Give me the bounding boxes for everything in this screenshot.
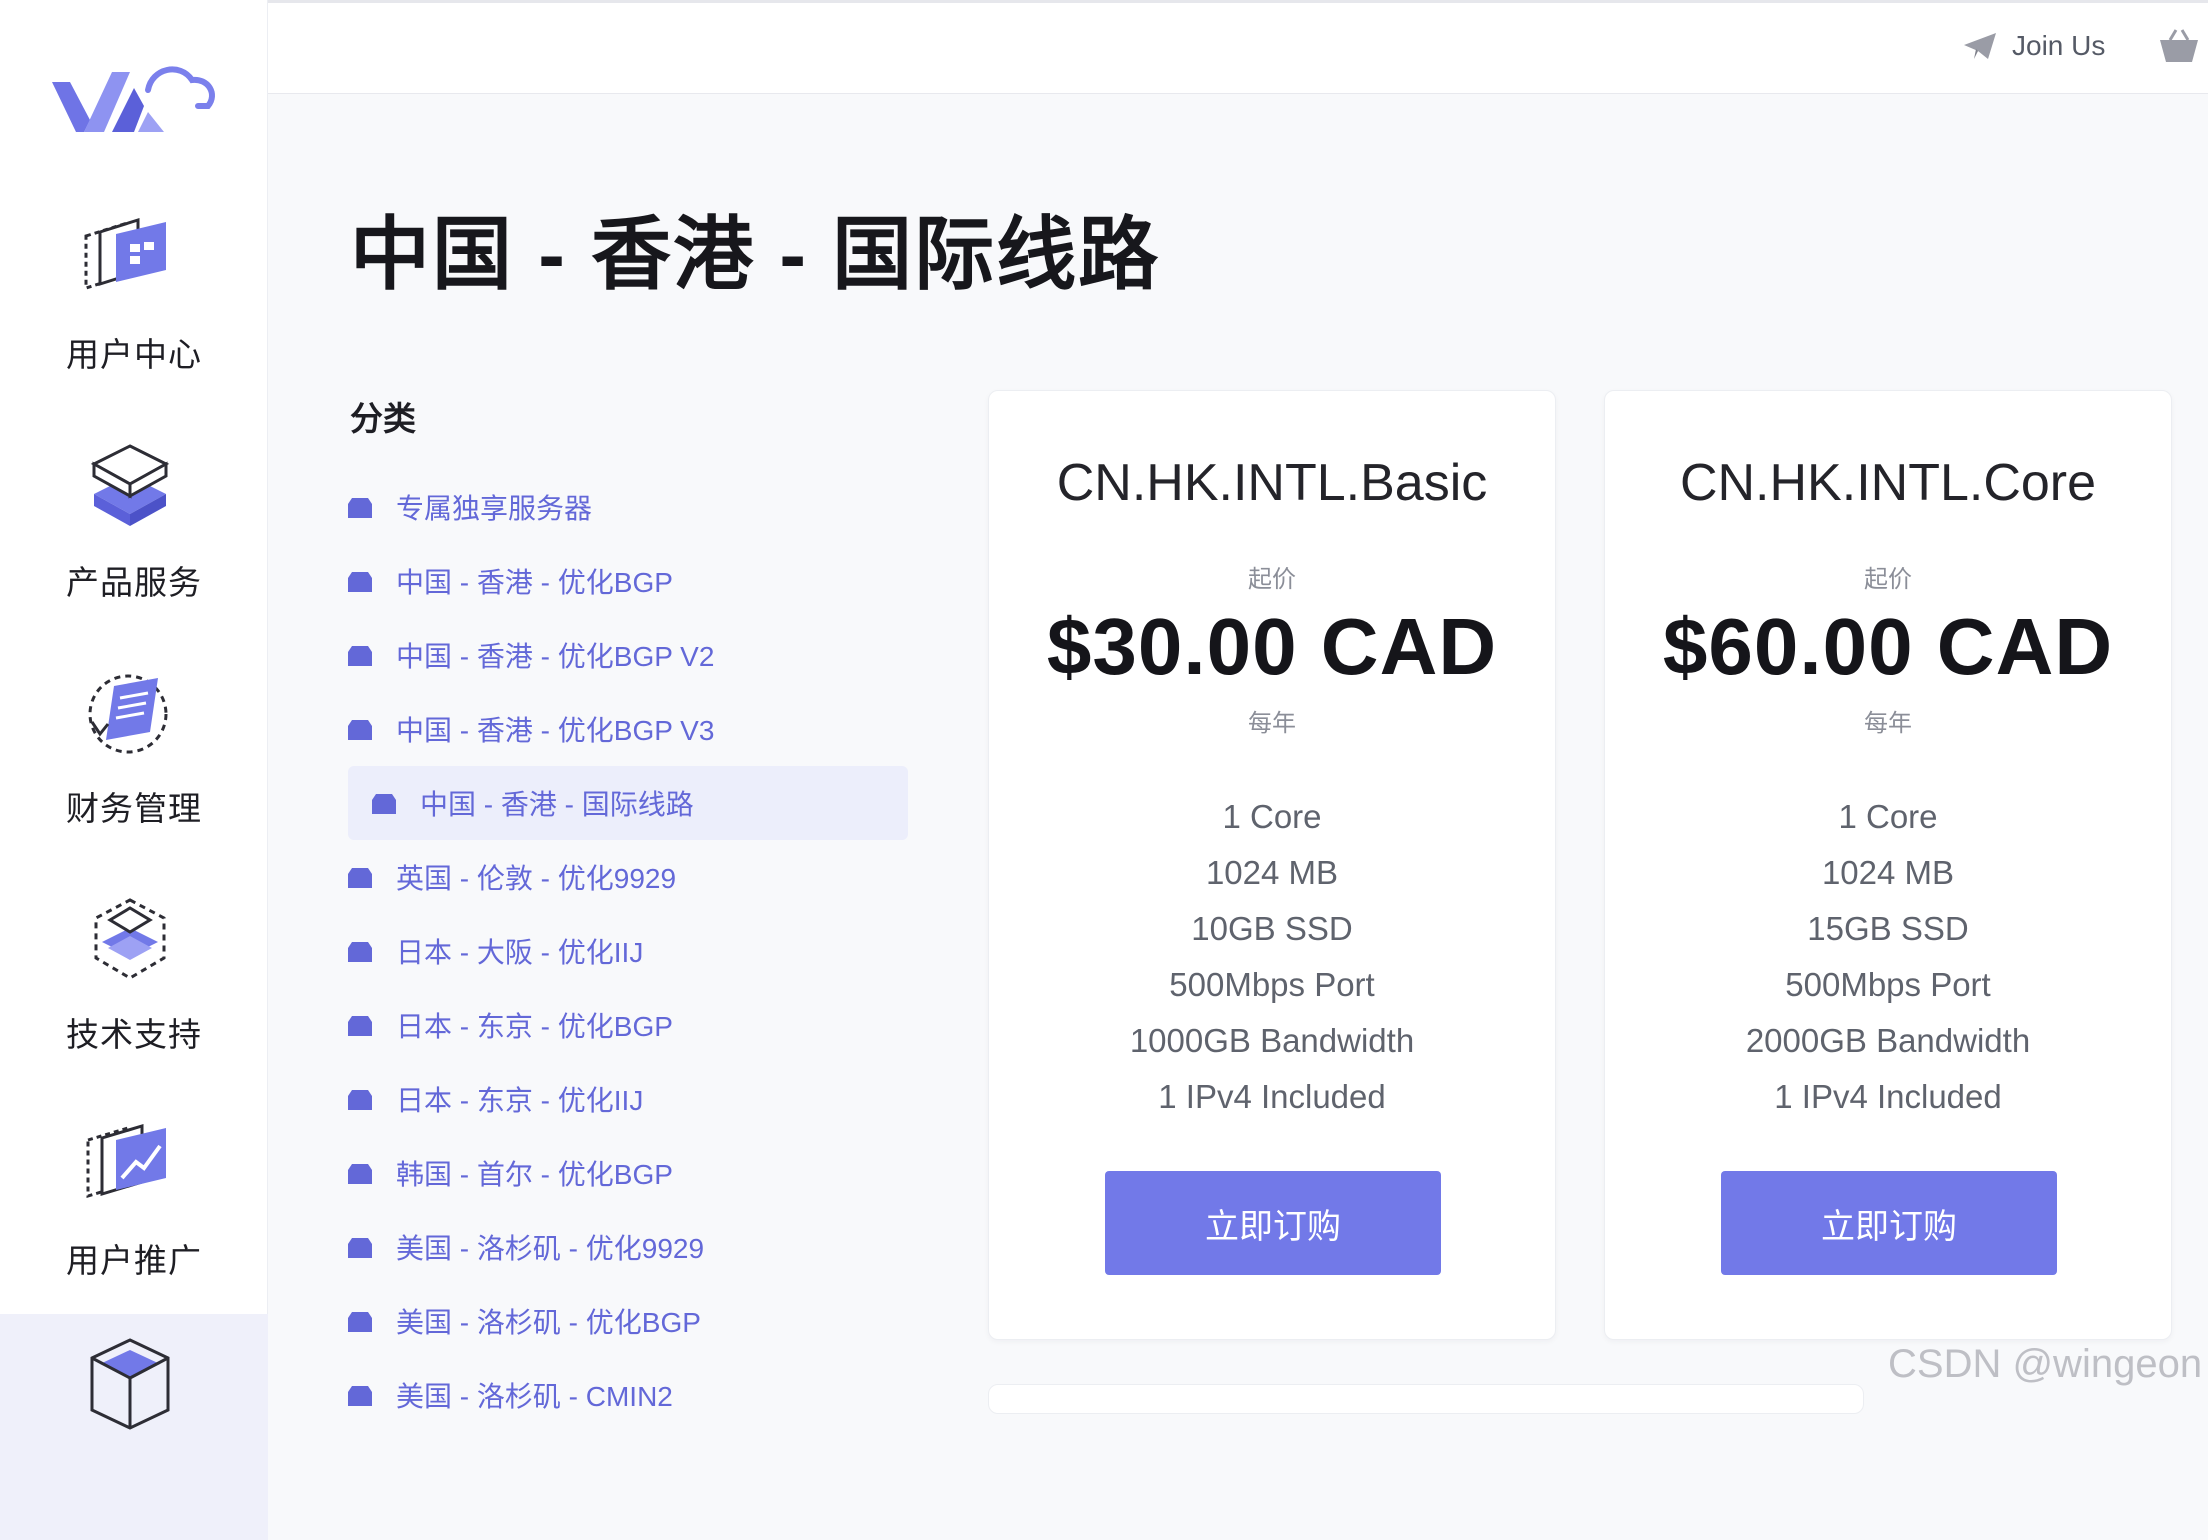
rail-item-support[interactable]: 技术支持 (0, 880, 268, 1106)
category-item[interactable]: 英国 - 伦敦 - 优化9929 (348, 840, 908, 914)
category-item[interactable]: 专属独享服务器 (348, 470, 908, 544)
spec-item: 1024 MB (1205, 854, 1339, 891)
rail-item-label: 产品服务 (66, 564, 202, 601)
folder-icon (348, 498, 372, 518)
folder-icon (348, 1016, 372, 1036)
folder-icon (348, 868, 372, 888)
category-label: 日本 - 东京 - 优化BGP (396, 1011, 673, 1042)
spec-item: 2000GB Bandwidth (1745, 1022, 2031, 1059)
order-now-button[interactable]: 立即订购 (1105, 1171, 1441, 1275)
folder-icon (348, 1386, 372, 1406)
product-card: CN.HK.INTL.Basic 起价 $30.00 CAD 每年 1 Core… (988, 390, 1556, 1340)
category-item[interactable]: 中国 - 香港 - 国际线路 (348, 766, 908, 840)
affiliate-icon (80, 1112, 180, 1222)
support-icon (80, 886, 180, 996)
spec-list: 1 Core 1024 MB 10GB SSD 500Mbps Port 100… (989, 789, 1555, 1125)
billing-cycle: 每年 (1248, 710, 1296, 737)
order-now-button[interactable]: 立即订购 (1721, 1171, 2057, 1275)
folder-icon (348, 942, 372, 962)
category-label: 美国 - 洛杉矶 - 优化9929 (396, 1233, 705, 1264)
rail-item-affiliate[interactable]: 用户推广 (0, 1106, 268, 1332)
folder-icon (348, 720, 372, 740)
product-service-icon (80, 434, 180, 544)
folder-icon (348, 646, 372, 666)
spec-item: 1 IPv4 Included (1158, 1078, 1386, 1115)
category-item[interactable]: 日本 - 大阪 - 优化IIJ (348, 914, 908, 988)
top-bar (268, 0, 2208, 94)
rail-item-label: 技术支持 (66, 1016, 202, 1053)
spec-item: 1 Core (1838, 798, 1938, 835)
folder-icon (348, 1164, 372, 1184)
spec-list: 1 Core 1024 MB 15GB SSD 500Mbps Port 200… (1605, 789, 2171, 1125)
rail-item-products[interactable]: 产品服务 (0, 428, 268, 654)
product-card: CN.HK.INTL.Core 起价 $60.00 CAD 每年 1 Core … (1604, 390, 2172, 1340)
category-item[interactable]: 韩国 - 首尔 - 优化BGP (348, 1136, 908, 1210)
sidebar: 用户中心 产品服务 财务管理 技术支持 用户推广 (0, 0, 268, 1540)
watermark: CSDN @wingeon (1888, 1342, 2203, 1386)
category-label: 专属独享服务器 (396, 493, 593, 524)
category-item[interactable]: 中国 - 香港 - 优化BGP (348, 544, 908, 618)
category-label: 中国 - 香港 - 国际线路 (420, 789, 694, 820)
rail-item-store[interactable] (0, 1314, 268, 1540)
product-price: $60.00 CAD (1662, 602, 2114, 691)
user-center-icon (80, 206, 180, 316)
finance-icon (80, 660, 180, 770)
category-item[interactable]: 美国 - 洛杉矶 - 优化BGP (348, 1284, 908, 1358)
category-item[interactable]: 日本 - 东京 - 优化IIJ (348, 1062, 908, 1136)
product-name: CN.HK.INTL.Basic (1056, 454, 1488, 512)
category-item[interactable]: 日本 - 东京 - 优化BGP (348, 988, 908, 1062)
join-us-label: Join Us (2012, 30, 2106, 61)
rail-item-user-center[interactable]: 用户中心 (0, 200, 268, 426)
spec-item: 15GB SSD (1807, 910, 1969, 947)
paper-plane-icon (1964, 33, 1996, 59)
rail-item-label: 用户推广 (66, 1242, 202, 1279)
spec-item: 1024 MB (1821, 854, 1955, 891)
product-card-partial (988, 1384, 1864, 1414)
spec-item: 500Mbps Port (1785, 966, 1991, 1003)
category-item[interactable]: 美国 - 洛杉矶 - CMIN2 (348, 1358, 908, 1432)
category-heading: 分类 (350, 400, 416, 437)
join-us-link[interactable]: Join Us (1962, 30, 2105, 62)
store-icon (80, 1320, 180, 1430)
rail-item-label: 用户中心 (66, 336, 202, 373)
spec-item: 1000GB Bandwidth (1129, 1022, 1415, 1059)
spec-item: 500Mbps Port (1169, 966, 1375, 1003)
rail-item-finance[interactable]: 财务管理 (0, 654, 268, 880)
folder-icon (372, 794, 396, 814)
spec-item: 10GB SSD (1191, 910, 1353, 947)
category-list: 专属独享服务器中国 - 香港 - 优化BGP 中国 - 香港 - 优化BGP V2… (348, 470, 908, 1432)
product-name: CN.HK.INTL.Core (1679, 454, 2097, 512)
rail-item-label: 财务管理 (66, 790, 202, 827)
basket-icon (2160, 29, 2198, 62)
folder-icon (348, 1312, 372, 1332)
category-label: 中国 - 香港 - 优化BGP V3 (396, 715, 715, 746)
billing-cycle: 每年 (1864, 710, 1912, 737)
folder-icon (348, 1090, 372, 1110)
category-item[interactable]: 中国 - 香港 - 优化BGP V2 (348, 618, 908, 692)
price-from-label: 起价 (1864, 566, 1912, 593)
brand-logo[interactable] (48, 42, 218, 152)
folder-icon (348, 1238, 372, 1258)
category-label: 韩国 - 首尔 - 优化BGP (396, 1159, 673, 1190)
category-label: 美国 - 洛杉矶 - 优化BGP (396, 1307, 701, 1338)
category-label: 日本 - 大阪 - 优化IIJ (396, 937, 644, 968)
page-title: 中国 - 香港 - 国际线路 (350, 210, 1161, 299)
category-label: 日本 - 东京 - 优化IIJ (396, 1085, 644, 1116)
category-label: 美国 - 洛杉矶 - CMIN2 (396, 1381, 673, 1412)
category-label: 英国 - 伦敦 - 优化9929 (396, 863, 677, 894)
category-label: 中国 - 香港 - 优化BGP (396, 567, 673, 598)
spec-item: 1 Core (1222, 798, 1322, 835)
spec-item: 1 IPv4 Included (1774, 1078, 2002, 1115)
price-from-label: 起价 (1248, 566, 1296, 593)
category-item[interactable]: 中国 - 香港 - 优化BGP V3 (348, 692, 908, 766)
category-label: 中国 - 香港 - 优化BGP V2 (396, 641, 715, 672)
folder-icon (348, 572, 372, 592)
cart-button[interactable] (2158, 28, 2200, 66)
category-item[interactable]: 美国 - 洛杉矶 - 优化9929 (348, 1210, 908, 1284)
product-price: $30.00 CAD (1046, 602, 1498, 691)
